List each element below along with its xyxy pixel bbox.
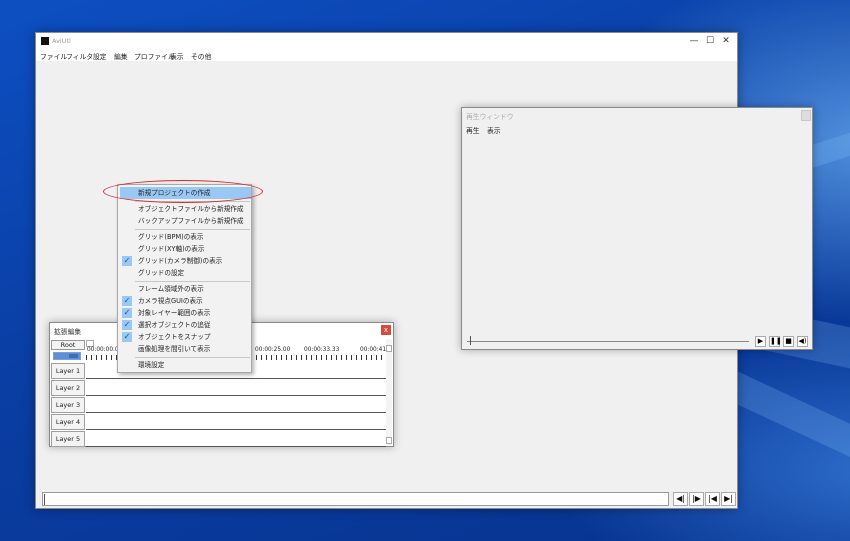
play-window: 再生ウィンドウ 再生 表示 ▶ ❚❚ ■ ◀)	[461, 107, 813, 350]
minimize-button[interactable]: —	[686, 35, 702, 47]
menu-item-label: 対象レイヤー範囲の表示	[138, 309, 211, 317]
menu-item-layer-range[interactable]: ✓ 対象レイヤー範囲の表示	[120, 307, 251, 319]
annotation-highlight-circle	[103, 180, 263, 203]
ext-window-title: 拡張編集	[54, 328, 82, 336]
menu-item-grid-camera[interactable]: ✓ グリッド(カメラ制御)の表示	[120, 255, 251, 267]
close-button[interactable]: ✕	[718, 35, 734, 47]
menu-item-outside-frame[interactable]: フレーム領域外の表示	[120, 283, 251, 295]
menu-item-thin-processing[interactable]: 画像処理を間引いて表示	[120, 343, 251, 355]
layer-row: Layer 5	[51, 431, 392, 447]
main-menubar: ファイル フィルタ 設定 編集 プロファイル 表示 その他	[36, 49, 737, 61]
menu-separator	[135, 281, 250, 282]
ruler-label: 00:00:41	[360, 347, 387, 353]
root-button[interactable]: Root	[51, 340, 85, 350]
seekbar-handle[interactable]	[44, 494, 47, 505]
maximize-button[interactable]: ☐	[702, 35, 718, 47]
menu-item-camera-gui[interactable]: ✓ カメラ視点GUIの表示	[120, 295, 251, 307]
prev-keyframe-button[interactable]: ◀|	[673, 492, 688, 506]
menu-item-new-from-backup[interactable]: バックアップファイルから新規作成	[120, 215, 251, 227]
check-icon: ✓	[122, 308, 132, 318]
check-icon: ✓	[122, 256, 132, 266]
ruler-label: 00:00:33.33	[304, 347, 340, 353]
check-icon: ✓	[122, 320, 132, 330]
play-seekbar-track	[467, 341, 749, 342]
menu-item-label: グリッド(カメラ制御)の表示	[138, 257, 223, 265]
play-seekbar[interactable]	[467, 334, 749, 346]
next-keyframe-button[interactable]: |▶	[689, 492, 704, 506]
layer-track[interactable]	[86, 397, 386, 413]
menu-item-label: オブジェクトファイルから新規作成	[138, 205, 244, 213]
menu-item-label: カメラ視点GUIの表示	[138, 297, 203, 305]
play-icon[interactable]: ▶	[755, 336, 766, 347]
layer-label[interactable]: Layer 2	[51, 380, 85, 396]
play-window-close-button[interactable]	[801, 110, 811, 121]
window-title: AviUtl	[52, 37, 71, 45]
menu-item-follow-selection[interactable]: ✓ 選択オブジェクトの追従	[120, 319, 251, 331]
menu-item-label: 選択オブジェクトの追従	[138, 321, 211, 329]
menu-item-label: バックアップファイルから新規作成	[138, 217, 244, 225]
check-icon: ✓	[122, 332, 132, 342]
ruler-label: 00:00:25.00	[255, 347, 291, 353]
layer-row: Layer 4	[51, 414, 392, 430]
menu-filter[interactable]: フィルタ	[66, 51, 93, 61]
menu-view[interactable]: 表示	[170, 51, 184, 61]
menu-settings[interactable]: 設定	[93, 51, 107, 61]
layer-label[interactable]: Layer 1	[51, 363, 85, 379]
menu-item-label: グリッドの設定	[138, 269, 185, 277]
menu-item-label: 画像処理を間引いて表示	[138, 345, 211, 353]
go-start-button[interactable]: |◀	[705, 492, 720, 506]
menu-item-label: 環境設定	[138, 361, 165, 369]
layer-row: Layer 2	[51, 380, 392, 396]
play-menu-view[interactable]: 表示	[487, 125, 501, 135]
layer-track[interactable]	[86, 380, 386, 396]
menu-item-preferences[interactable]: 環境設定	[120, 359, 251, 371]
timeline-scale-slider[interactable]	[53, 352, 81, 360]
menu-item-label: オブジェクトをスナップ	[138, 333, 211, 341]
app-icon	[41, 37, 49, 45]
pause-icon[interactable]: ❚❚	[769, 336, 782, 347]
menu-edit[interactable]: 編集	[114, 51, 128, 61]
go-end-button[interactable]: ▶|	[721, 492, 736, 506]
menu-item-grid-bpm[interactable]: グリッド(BPM)の表示	[120, 231, 251, 243]
menu-profile[interactable]: プロファイル	[134, 51, 175, 61]
volume-icon[interactable]: ◀)	[797, 336, 808, 347]
layer-label[interactable]: Layer 5	[51, 431, 85, 447]
menu-item-new-from-object[interactable]: オブジェクトファイルから新規作成	[120, 203, 251, 215]
play-seekbar-handle[interactable]	[470, 336, 471, 345]
menu-item-grid-xy[interactable]: グリッド(XY軸)の表示	[120, 243, 251, 255]
scroll-up-icon[interactable]	[386, 345, 392, 352]
ext-close-button[interactable]: x	[381, 325, 391, 335]
menu-item-grid-settings[interactable]: グリッドの設定	[120, 267, 251, 279]
context-menu: 新規プロジェクトの作成 オブジェクトファイルから新規作成 バックアップファイルか…	[117, 184, 252, 373]
stop-icon[interactable]: ■	[783, 336, 794, 347]
vertical-scrollbar[interactable]	[386, 339, 392, 445]
menu-separator	[135, 357, 250, 358]
play-menu-play[interactable]: 再生	[466, 125, 480, 135]
menu-item-label: フレーム領域外の表示	[138, 285, 204, 293]
layer-track[interactable]	[86, 431, 386, 447]
main-seekbar[interactable]	[42, 492, 669, 506]
menu-item-label: グリッド(XY軸)の表示	[138, 245, 205, 253]
menu-separator	[135, 229, 250, 230]
scroll-down-icon[interactable]	[386, 437, 392, 444]
layer-label[interactable]: Layer 4	[51, 414, 85, 430]
check-icon: ✓	[122, 296, 132, 306]
layer-row: Layer 3	[51, 397, 392, 413]
layer-label[interactable]: Layer 3	[51, 397, 85, 413]
menu-item-snap-objects[interactable]: ✓ オブジェクトをスナップ	[120, 331, 251, 343]
layer-track[interactable]	[86, 414, 386, 430]
menu-file[interactable]: ファイル	[40, 51, 67, 61]
main-titlebar[interactable]: AviUtl — ☐ ✕	[36, 33, 737, 49]
menu-item-label: グリッド(BPM)の表示	[138, 233, 204, 241]
play-window-title: 再生ウィンドウ	[466, 113, 514, 121]
menu-other[interactable]: その他	[191, 51, 211, 61]
